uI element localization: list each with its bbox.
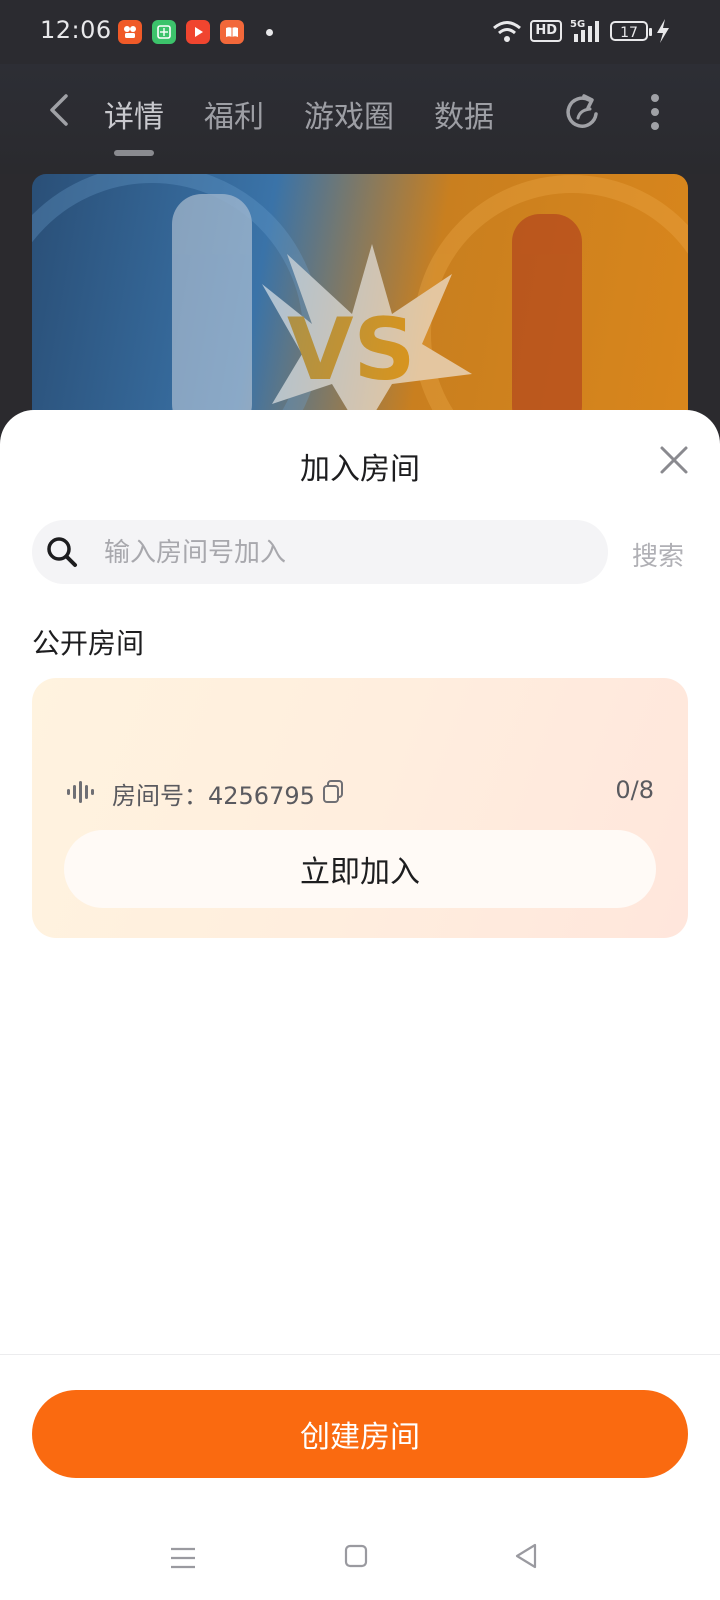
copy-icon[interactable] [322,780,344,804]
book-icon [220,20,244,44]
hd-badge: HD [530,20,562,42]
more-options-icon[interactable] [650,92,660,132]
share-icon[interactable] [562,92,604,134]
public-rooms-title: 公开房间 [32,627,145,660]
charging-icon [657,19,669,43]
wifi-icon [493,21,522,42]
divider [0,1354,720,1355]
room-number-input[interactable] [102,520,586,586]
room-occupancy: 0/8 [615,776,654,804]
battery-icon: 17 [610,21,652,41]
join-room-sheet: 加入房间 搜索 公开房间 房间号：4256795 0/8 立即加入 创建房间 [0,410,720,1600]
close-icon[interactable] [656,442,692,478]
recent-apps-icon[interactable] [170,1546,196,1570]
banner-artwork: VS [32,174,688,434]
create-room-button[interactable]: 创建房间 [32,1390,688,1478]
svg-text:5G: 5G [570,19,585,30]
status-bar: 12:06 HD 5G 17 [0,0,720,64]
room-number-label: 房间号：4256795 [112,782,315,810]
tab-game-circle[interactable]: 游戏圈 [304,92,394,136]
status-indicators: HD 5G 17 [492,18,670,44]
system-back-icon[interactable] [514,1542,538,1570]
calculator-icon [152,20,176,44]
svg-text:VS: VS [287,300,416,400]
notification-dot [266,29,273,36]
tab-benefits[interactable]: 福利 [204,92,264,136]
room-search-box[interactable] [32,520,608,586]
room-card: 房间号：4256795 0/8 立即加入 [32,678,688,938]
search-button[interactable]: 搜索 [632,536,684,573]
system-nav-bar [0,1520,720,1600]
search-icon [47,537,77,567]
tab-details[interactable]: 详情 [104,92,164,136]
signal-5g-icon: 5G [570,19,599,42]
home-icon[interactable] [344,1544,368,1568]
voice-wave-icon [67,781,94,803]
kuaishou-icon [118,20,142,44]
video-play-icon [186,20,210,44]
back-arrow-icon[interactable] [44,90,72,130]
game-banner-image: VS [32,174,688,434]
join-now-button[interactable]: 立即加入 [64,830,656,908]
top-nav: 详情 福利 游戏圈 数据 [0,64,720,174]
status-time: 12:06 [40,16,112,44]
sheet-title: 加入房间 [300,452,420,487]
active-tab-indicator [114,150,154,156]
tab-data[interactable]: 数据 [434,92,494,136]
